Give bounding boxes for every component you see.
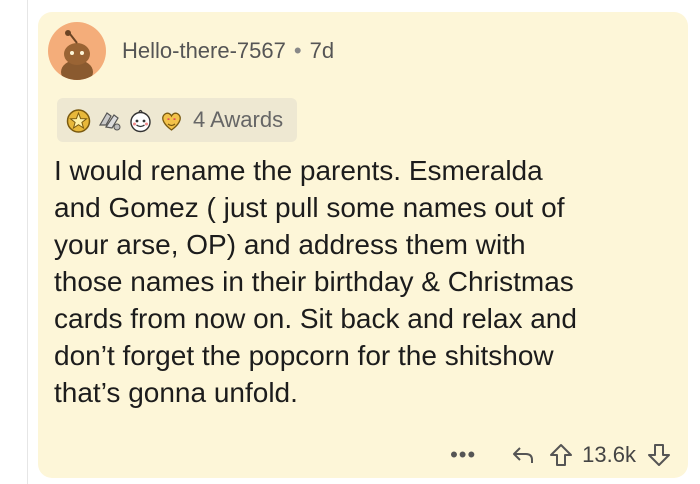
awards-bar[interactable]: 4 Awards [57, 98, 298, 142]
heart-eyes-award-icon [158, 107, 185, 134]
more-options-button[interactable]: ••• [450, 442, 476, 468]
comment-header: Hello-there-7567 • 7d [48, 22, 334, 80]
downvote-arrow-icon[interactable] [646, 442, 672, 468]
separator-dot: • [293, 38, 302, 63]
comment-body: I would rename the parents. Esmeralda an… [54, 155, 577, 408]
awards-count-label: 4 Awards [193, 107, 284, 132]
silver-hands-award-icon [96, 107, 123, 134]
vote-score: 13.6k [582, 442, 636, 467]
comment-card: Hello-there-7567 • 7d 4 Awards I would r… [38, 12, 688, 478]
reply-icon[interactable] [510, 442, 536, 468]
snoo-avatar-icon [61, 30, 93, 80]
username[interactable]: Hello-there-7567 [122, 38, 286, 64]
gold-star-award-icon [65, 107, 92, 134]
thread-line [27, 0, 28, 484]
comment-age: 7d [309, 38, 335, 63]
avatar[interactable] [48, 22, 106, 80]
upvote-arrow-icon[interactable] [548, 442, 574, 468]
comment-actions: ••• 13.6k [450, 438, 672, 472]
wholesome-face-award-icon [127, 107, 154, 134]
